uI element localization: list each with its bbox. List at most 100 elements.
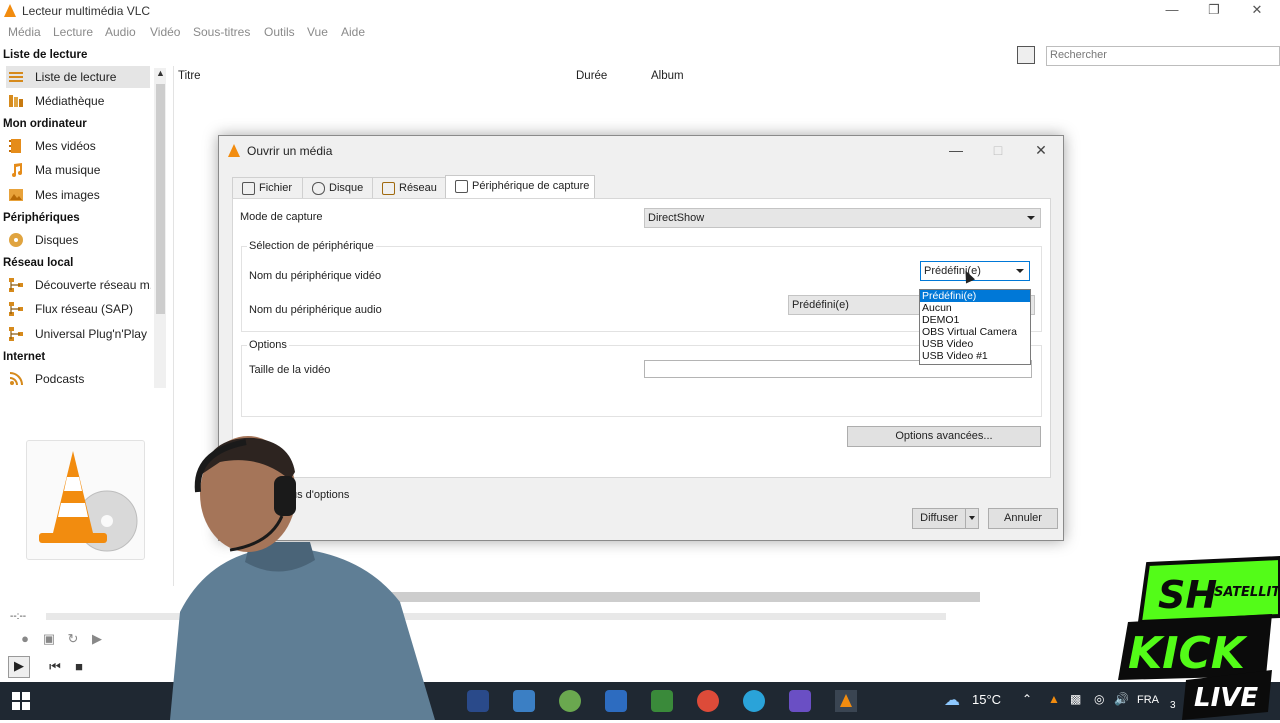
window-title: Lecteur multimédia VLC — [22, 4, 151, 18]
dropdown-option[interactable]: USB Video #1 — [920, 350, 1030, 362]
dropdown-option[interactable]: DEMO1 — [920, 314, 1030, 326]
sidebar-item-videos[interactable]: Mes vidéos — [6, 135, 150, 157]
tray-chevron-up-icon[interactable]: ⌃ — [1022, 692, 1032, 706]
dropdown-option[interactable]: Prédéfini(e) — [920, 290, 1030, 302]
menu-media[interactable]: Média — [8, 25, 41, 39]
taskbar-app-icon[interactable] — [513, 690, 535, 712]
podcast-icon — [9, 372, 23, 386]
stream-dropdown-button[interactable] — [965, 508, 979, 529]
stream-button[interactable]: Diffuser — [912, 508, 966, 529]
menu-tools[interactable]: Outils — [264, 25, 295, 39]
sidebar-header-playlist: Liste de lecture — [3, 49, 88, 61]
sidebar-scrollbar-thumb[interactable] — [156, 84, 165, 314]
chevron-down-icon — [1027, 216, 1035, 220]
sidebar-item-label: Liste de lecture — [35, 70, 117, 84]
menu-subtitles[interactable]: Sous-titres — [193, 25, 250, 39]
tab-label: Disque — [329, 182, 364, 194]
tab-label: Fichier — [259, 182, 293, 194]
previous-icon[interactable]: ⏮ — [46, 658, 64, 676]
sidebar-item-upnp[interactable]: Universal Plug'n'Play — [6, 323, 150, 345]
video-device-label: Nom du périphérique vidéo — [249, 270, 382, 282]
vlc-cone-art-icon — [39, 451, 138, 552]
music-note-icon — [12, 163, 22, 177]
sidebar-item-music[interactable]: Ma musique — [6, 159, 150, 181]
search-input[interactable]: Rechercher — [1046, 46, 1280, 66]
chrome-icon[interactable] — [697, 690, 719, 712]
capture-mode-value: DirectShow — [648, 212, 705, 224]
loop-ab-icon[interactable]: ↻ — [64, 630, 82, 648]
sidebar-item-label: Mes vidéos — [35, 139, 96, 153]
menu-lecture[interactable]: Lecture — [53, 25, 93, 39]
menu-audio[interactable]: Audio — [105, 25, 136, 39]
tab-label: Périphérique de capture — [472, 180, 590, 192]
options-group-label: Options — [247, 339, 289, 351]
menu-video[interactable]: Vidéo — [150, 25, 180, 39]
vlc-taskbar-icon[interactable] — [835, 690, 857, 712]
weather-temperature[interactable]: 15°C — [972, 692, 1001, 707]
dialog-close-button[interactable]: ✕ — [1032, 141, 1050, 159]
video-device-dropdown: Prédéfini(e) Aucun DEMO1 OBS Virtual Cam… — [919, 289, 1031, 365]
windows-start-icon[interactable] — [12, 692, 30, 710]
stream-button-label: Diffuser — [920, 512, 958, 524]
calculator-icon[interactable] — [605, 690, 627, 712]
restore-button[interactable]: ❐ — [1206, 2, 1222, 18]
capture-mode-select[interactable]: DirectShow — [644, 208, 1041, 228]
dialog-minimize-button[interactable]: — — [947, 141, 965, 159]
svg-text:SH: SH — [1158, 573, 1217, 617]
telegram-icon[interactable] — [743, 690, 765, 712]
album-art — [26, 440, 145, 560]
dropdown-option[interactable]: USB Video — [920, 338, 1030, 350]
advanced-options-button[interactable]: Options avancées... — [847, 426, 1041, 447]
svg-text:SATELLITE: SATELLITE — [1214, 585, 1280, 600]
tab-disc[interactable]: Disque — [302, 177, 373, 198]
sidebar-item-network-discovery[interactable]: Découverte réseau m... — [6, 274, 151, 296]
playlist-view-toggle-icon[interactable] — [1017, 46, 1035, 64]
taskbar-app-icon[interactable] — [789, 690, 811, 712]
network-tray-icon[interactable]: ▩ — [1070, 692, 1081, 706]
tab-network[interactable]: Réseau — [372, 177, 446, 198]
tab-capture-device[interactable]: Périphérique de capture — [445, 175, 595, 199]
sidebar-item-discs[interactable]: Disques — [6, 229, 150, 251]
column-duration[interactable]: Durée — [576, 70, 607, 82]
frame-step-icon[interactable]: ▶ — [88, 630, 106, 648]
menu-view[interactable]: Vue — [307, 25, 328, 39]
scroll-up-icon[interactable]: ▲ — [156, 68, 165, 78]
sidebar-item-library[interactable]: Médiathèque — [6, 90, 150, 112]
sidebar-item-podcasts[interactable]: Podcasts — [6, 368, 150, 390]
dialog-maximize-button[interactable]: □ — [989, 141, 1007, 159]
tab-file[interactable]: Fichier — [232, 177, 303, 198]
svg-text:KICK: KICK — [1128, 628, 1248, 679]
play-button[interactable]: ▶ — [8, 656, 30, 678]
elapsed-time: --:-- — [10, 611, 27, 622]
dropdown-option[interactable]: OBS Virtual Camera — [920, 326, 1030, 338]
network-icon — [9, 302, 23, 316]
sidebar-header-lan: Réseau local — [3, 257, 74, 269]
sidebar-item-label: Universal Plug'n'Play — [35, 327, 147, 341]
library-icon — [9, 95, 23, 107]
column-album[interactable]: Album — [651, 70, 684, 82]
audio-device-value: Prédéfini(e) — [792, 299, 849, 311]
network-icon — [382, 182, 395, 195]
sidebar-item-images[interactable]: Mes images — [6, 184, 150, 206]
snapshot-icon[interactable]: ▣ — [40, 630, 58, 648]
dropdown-option[interactable]: Aucun — [920, 302, 1030, 314]
taskbar-app-icon[interactable] — [559, 690, 581, 712]
taskbar-app-icon[interactable] — [467, 690, 489, 712]
close-button[interactable]: ✕ — [1249, 2, 1265, 18]
sidebar-item-sap[interactable]: Flux réseau (SAP) — [6, 298, 150, 320]
microphone-icon[interactable]: ◎ — [1094, 692, 1104, 706]
menu-help[interactable]: Aide — [341, 25, 365, 39]
sidebar-item-playlist[interactable]: Liste de lecture — [6, 66, 150, 88]
sidebar-item-label: Médiathèque — [35, 94, 105, 108]
taskbar-app-icon[interactable] — [651, 690, 673, 712]
video-size-label: Taille de la vidéo — [249, 364, 331, 376]
column-title[interactable]: Titre — [178, 70, 201, 82]
stop-icon[interactable]: ■ — [70, 658, 88, 676]
tray-vlc-icon[interactable]: ▲ — [1048, 692, 1060, 706]
cancel-button[interactable]: Annuler — [988, 508, 1058, 529]
record-icon[interactable]: ● — [16, 630, 34, 648]
minimize-button[interactable]: — — [1164, 2, 1180, 18]
video-device-select[interactable]: Prédéfini(e) — [920, 261, 1030, 281]
sidebar-item-label: Découverte réseau m... — [35, 278, 151, 292]
sidebar-item-label: Ma musique — [35, 163, 101, 177]
